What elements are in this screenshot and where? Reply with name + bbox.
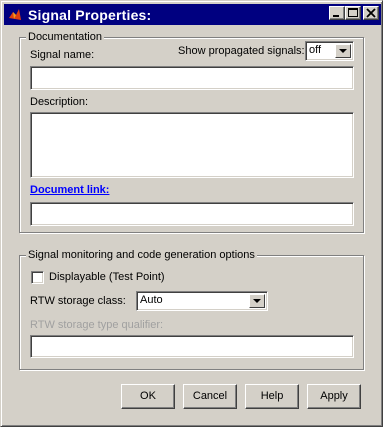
maximize-button[interactable] xyxy=(345,6,361,20)
cancel-button[interactable]: Cancel xyxy=(183,384,237,409)
signal-name-input[interactable] xyxy=(31,67,353,89)
rtw-storage-class-dropdown-button[interactable] xyxy=(249,294,265,308)
displayable-checkbox[interactable] xyxy=(31,271,44,284)
document-link-label[interactable]: Document link: xyxy=(30,184,109,196)
maximize-icon xyxy=(348,8,358,17)
show-propagated-select[interactable]: off xyxy=(305,41,354,61)
close-button[interactable] xyxy=(363,6,379,20)
show-propagated-value: off xyxy=(309,44,322,56)
signal-name-field[interactable] xyxy=(30,66,354,90)
document-link-input[interactable] xyxy=(31,203,353,225)
ok-button[interactable]: OK xyxy=(121,384,175,409)
rtw-storage-class-label: RTW storage class: xyxy=(30,295,126,307)
rtw-storage-class-value: Auto xyxy=(140,294,163,306)
show-propagated-dropdown-button[interactable] xyxy=(335,44,351,58)
displayable-label[interactable]: Displayable (Test Point) xyxy=(49,271,165,283)
rtw-storage-class-select[interactable]: Auto xyxy=(136,291,268,311)
signal-name-label: Signal name: xyxy=(30,49,95,61)
monitoring-group-title: Signal monitoring and code generation op… xyxy=(26,249,257,261)
apply-button[interactable]: Apply xyxy=(307,384,361,409)
minimize-icon xyxy=(333,15,339,17)
documentation-group-title: Documentation xyxy=(26,31,104,43)
window-controls xyxy=(329,6,379,20)
title-bar[interactable]: Signal Properties: xyxy=(4,4,381,25)
rtw-type-qualifier-field[interactable] xyxy=(30,335,354,358)
help-button[interactable]: Help xyxy=(245,384,299,409)
close-icon xyxy=(366,8,376,18)
document-link-field[interactable] xyxy=(30,202,354,226)
signal-properties-dialog: Signal Properties: Documentation Signal … xyxy=(0,0,383,427)
description-textarea[interactable] xyxy=(31,113,353,177)
description-label: Description: xyxy=(30,96,89,108)
matlab-logo-icon xyxy=(7,7,23,23)
description-field[interactable] xyxy=(30,112,354,178)
chevron-down-icon xyxy=(253,299,261,303)
window-title: Signal Properties: xyxy=(28,6,152,23)
rtw-type-qualifier-label: RTW storage type qualifier: xyxy=(30,319,164,331)
chevron-down-icon xyxy=(339,49,347,53)
show-propagated-label: Show propagated signals: xyxy=(178,45,305,57)
rtw-type-qualifier-input[interactable] xyxy=(31,336,353,357)
minimize-button[interactable] xyxy=(329,6,345,20)
